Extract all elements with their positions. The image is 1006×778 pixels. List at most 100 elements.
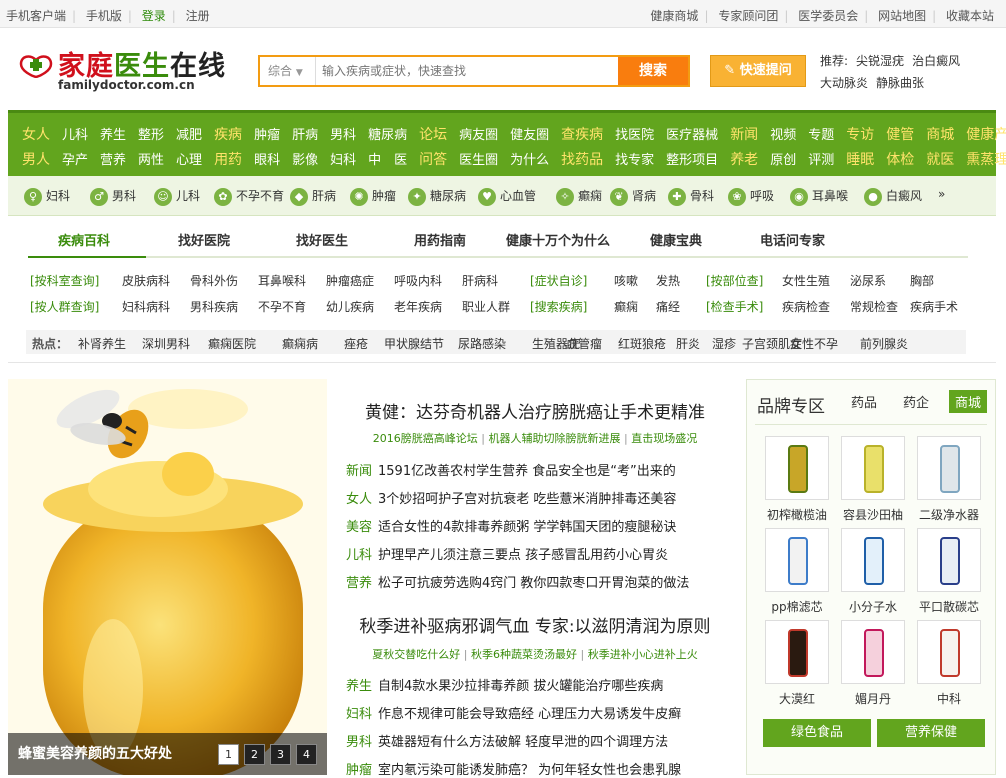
sub-link[interactable]: 秋季6种蔬菜烫汤最好 [471,648,577,661]
nav-link[interactable]: 养老 [730,149,758,169]
nav-link[interactable]: 熏蒸理疗 [966,149,1006,169]
tab-5[interactable]: 健康宝典 [650,230,702,249]
product-card[interactable]: 小分子水 [839,528,907,615]
recommend-link[interactable]: 尖锐湿疣 [856,54,904,68]
nav-link[interactable]: 找药品 [561,149,603,169]
tab-0[interactable]: 疾病百科 [58,230,110,249]
product-label[interactable]: 媚月丹 [839,690,907,707]
disease-link[interactable]: 皮肤病科 [122,272,170,289]
nav-link[interactable]: 视频 [770,124,796,143]
nav-link[interactable]: 专题 [808,124,834,143]
nav-link[interactable]: 儿科 [62,124,88,143]
disease-link[interactable]: 不孕不育 [258,298,306,315]
disease-link[interactable]: [检查手术] [706,298,763,315]
hot-link[interactable]: 癫痫医院 [208,335,256,352]
hot-link[interactable]: 癫痫病 [282,335,318,352]
disease-link[interactable]: [按人群查询] [30,298,99,315]
register-link[interactable]: 注册 [186,9,210,23]
bookmark-link[interactable]: 收藏本站 [946,9,994,23]
product-card[interactable]: 二级净水器 [915,436,983,523]
news-category[interactable]: 美容 [346,520,372,535]
news-item[interactable]: 营养 松子可抗疲劳选购4窍门 教你四款枣口开胃泡菜的做法 [346,572,689,591]
nav-link[interactable]: 为什么 [510,149,549,168]
disease-shortcut[interactable]: ♥ 心血管 [478,187,536,207]
news-text[interactable]: 护理早产儿须注意三要点 孩子感冒乱用药小心胃炎 [378,548,668,563]
recommend-link[interactable]: 静脉曲张 [876,76,924,90]
disease-link[interactable]: [搜索疾病] [530,298,587,315]
mobile-client-link[interactable]: 手机客户端 [6,9,66,23]
hot-link[interactable]: 补肾养生 [78,335,126,352]
search-input[interactable] [320,57,610,85]
disease-link[interactable]: 胸部 [910,272,934,289]
health-mall-link[interactable]: 健康商城 [650,9,698,23]
headline-2[interactable]: 秋季进补驱病邪调气血 专家:以滋阴清润为原则 [340,612,730,637]
disease-shortcut[interactable]: ✦ 糖尿病 [408,187,466,207]
disease-link[interactable]: 疾病检查 [782,298,830,315]
product-label[interactable]: 大漠红 [763,690,831,707]
news-item[interactable]: 妇科 作息不规律可能会导致癌经 心理压力大易诱发牛皮癣 [346,703,681,722]
nav-link[interactable]: 找专家 [615,149,654,168]
login-link[interactable]: 登录 [142,9,166,23]
sub-link[interactable]: 机器人辅助切除膀胱新进展 [489,432,621,445]
nav-link[interactable]: 女人 [22,124,50,144]
hot-link[interactable]: 红斑狼疮 [618,335,666,352]
news-text[interactable]: 英雄器短有什么方法破解 轻度早泄的四个调理方法 [378,735,668,750]
news-item[interactable]: 男科 英雄器短有什么方法破解 轻度早泄的四个调理方法 [346,731,668,750]
disease-link[interactable]: 疾病手术 [910,298,958,315]
nav-link[interactable]: 医生圈 [459,149,498,168]
nav-link[interactable]: 原创 [770,149,796,168]
nav-link[interactable]: 影像 [292,149,318,168]
product-card[interactable]: 容县沙田柚 [839,436,907,523]
disease-link[interactable]: 泌尿系 [850,272,886,289]
headline-1[interactable]: 黄健：达芬奇机器人治疗膀胱癌让手术更精准 [340,398,730,423]
product-card[interactable]: pp棉滤芯 [763,528,831,615]
hot-link[interactable]: 痤疮 [344,335,368,352]
sub-link[interactable]: 夏秋交替吃什么好 [372,648,460,661]
disease-link[interactable]: 老年疾病 [394,298,442,315]
search-type-select[interactable]: 综合 ▼ [260,57,316,85]
disease-link[interactable]: 发热 [656,272,680,289]
news-category[interactable]: 男科 [346,735,372,750]
site-map-link[interactable]: 网站地图 [878,9,926,23]
site-logo[interactable]: 家庭医生在线 familydoctor.com.cn [18,44,243,96]
hot-link[interactable]: 尿路感染 [458,335,506,352]
disease-link[interactable]: 男科疾病 [190,298,238,315]
nav-link[interactable]: 眼科 [254,149,280,168]
product-card[interactable]: 大漠红 [763,620,831,707]
nav-link[interactable]: 男人 [22,149,50,169]
disease-link[interactable]: 癫痫 [614,298,638,315]
nav-link[interactable]: 孕产 [62,149,88,168]
hot-link[interactable]: 女性不孕 [790,335,838,352]
nav-link[interactable]: 商城 [926,124,954,144]
photo-page-button[interactable]: 3 [270,744,291,765]
nav-link[interactable]: 整形 [138,124,164,143]
news-category[interactable]: 新闻 [346,464,372,479]
nav-link[interactable]: 医疗器械 [666,124,718,143]
expert-team-link[interactable]: 专家顾问团 [718,9,778,23]
product-label[interactable]: 容县沙田柚 [839,506,907,523]
nav-link[interactable]: 整形项目 [666,149,718,168]
more-arrow-icon[interactable]: » [938,187,945,207]
nav-link[interactable]: 疾病 [214,124,242,144]
disease-shortcut[interactable]: ♀ 妇科 [24,187,70,207]
disease-link[interactable]: [按部位查] [706,272,763,289]
mobile-version-link[interactable]: 手机版 [86,9,122,23]
nav-link[interactable]: 体检 [886,149,914,169]
news-category[interactable]: 营养 [346,576,372,591]
recommend-link[interactable]: 治白癜风 [912,54,960,68]
hot-link[interactable]: 前列腺炎 [860,335,908,352]
disease-link[interactable]: 女性生殖 [782,272,830,289]
hot-link[interactable]: 深圳男科 [142,335,190,352]
product-label[interactable]: 平口散碳芯 [915,598,983,615]
nav-link[interactable]: 睡眠 [846,149,874,169]
news-text[interactable]: 作息不规律可能会导致癌经 心理压力大易诱发牛皮癣 [378,707,681,722]
nav-link[interactable]: 心理 [176,149,202,168]
disease-link[interactable]: 职业人群 [462,298,510,315]
news-category[interactable]: 养生 [346,679,372,694]
nav-link[interactable]: 健管 [886,124,914,144]
hot-link[interactable]: 肝炎 [676,335,700,352]
news-text[interactable]: 自制4款水果沙拉排毒养颜 拔火罐能治疗哪些疾病 [378,679,663,694]
product-card[interactable]: 中科 [915,620,983,707]
green-food-button[interactable]: 绿色食品 [763,719,871,747]
quick-ask-button[interactable]: ✎ 快速提问 [710,55,806,87]
